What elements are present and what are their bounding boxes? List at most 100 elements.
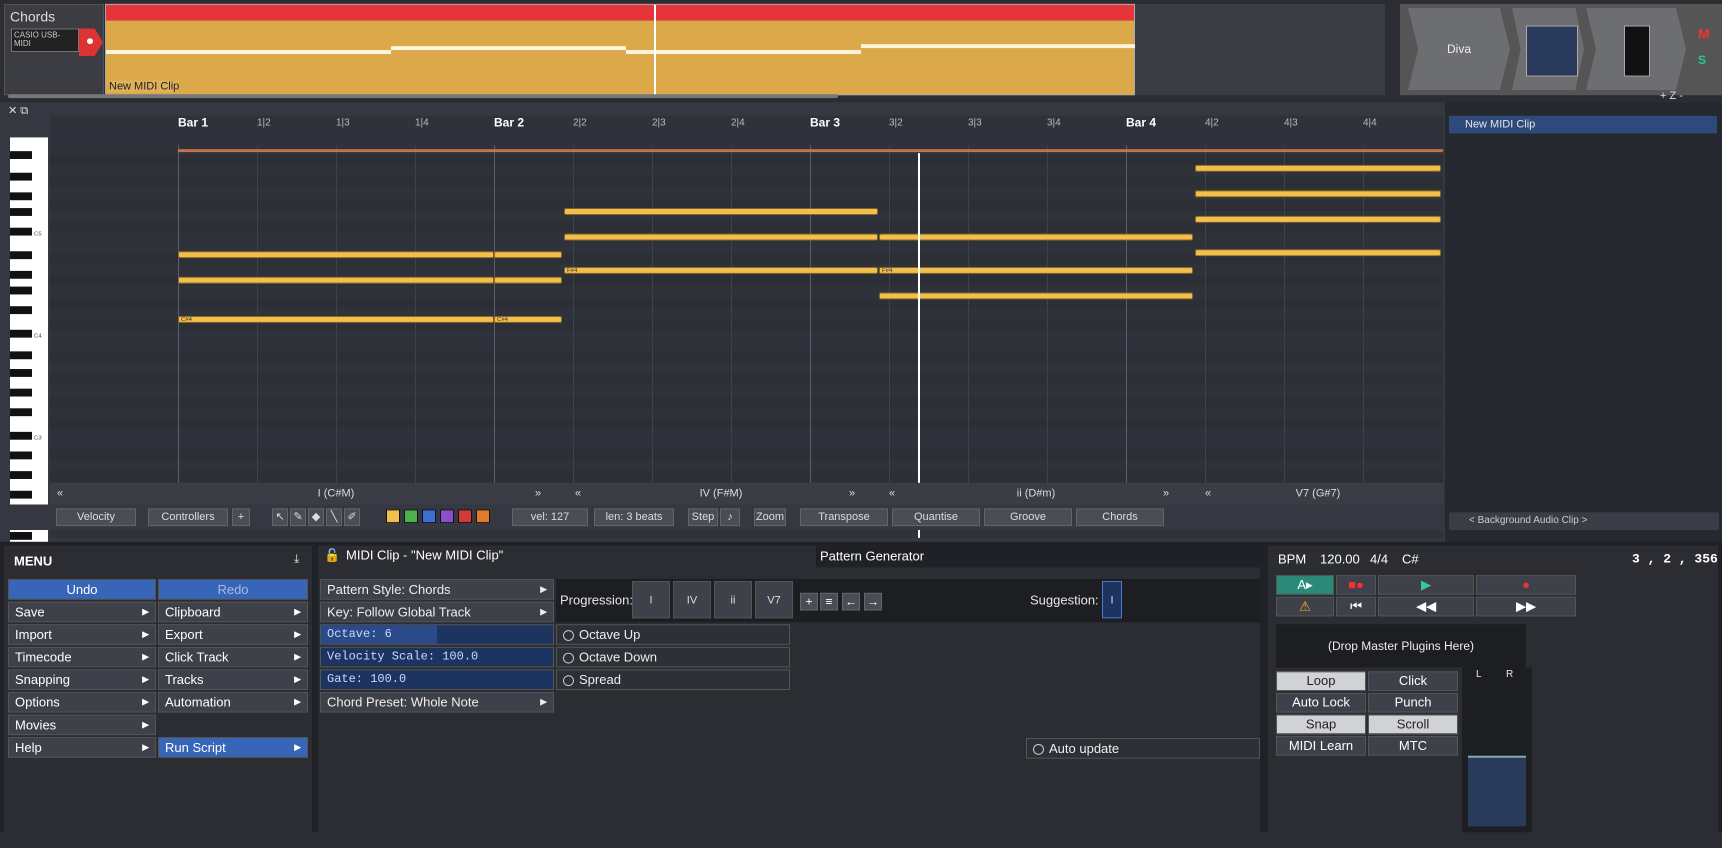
- record-mode-icon[interactable]: ■●: [1336, 575, 1376, 595]
- menu-clipboard[interactable]: Clipboard ▶: [158, 601, 308, 623]
- pointer-tool-icon[interactable]: ↖: [272, 508, 288, 527]
- midi-clip[interactable]: New MIDI Clip: [105, 3, 1136, 97]
- track-empty-region[interactable]: [1135, 3, 1385, 96]
- clip-header-bar[interactable]: [106, 4, 1134, 21]
- midi-input-selector[interactable]: CASIO USB-MIDI: [11, 28, 79, 53]
- redo-button[interactable]: Redo: [158, 579, 308, 600]
- master-plugins-dropzone[interactable]: (Drop Master Plugins Here): [1276, 624, 1526, 668]
- punch-toggle[interactable]: Punch: [1368, 692, 1458, 713]
- midi-note[interactable]: [494, 276, 562, 284]
- brush-tool-icon[interactable]: ✐: [344, 508, 360, 527]
- note-grid[interactable]: Bar 1 1|2 1|3 1|4 Bar 2 2|2 2|3 2|4 Bar …: [50, 115, 1443, 538]
- velocity-scale-slider[interactable]: Velocity Scale: 100.0: [320, 646, 554, 668]
- velocity-value[interactable]: vel: 127: [512, 508, 588, 527]
- plugin-meter[interactable]: [1586, 7, 1686, 91]
- loop-toggle[interactable]: Loop: [1276, 671, 1366, 691]
- step-button[interactable]: Step: [688, 508, 718, 527]
- midi-note[interactable]: [879, 292, 1193, 300]
- fast-forward-icon[interactable]: ▶▶: [1476, 596, 1576, 617]
- transpose-menu[interactable]: Transpose: [800, 508, 888, 527]
- play-button[interactable]: ▶: [1378, 575, 1474, 595]
- midi-note[interactable]: C#4: [178, 316, 494, 323]
- groove-menu[interactable]: Groove: [984, 508, 1072, 527]
- key-select[interactable]: Key: Follow Global Track ▶: [320, 601, 554, 623]
- midi-note[interactable]: [564, 208, 878, 215]
- menu-save[interactable]: Save ▶: [8, 601, 156, 623]
- color-swatch[interactable]: [422, 509, 436, 524]
- menu-movies[interactable]: Movies ▶: [8, 714, 156, 736]
- list-icon[interactable]: ≡: [820, 592, 838, 611]
- clip-list-item[interactable]: New MIDI Clip: [1449, 115, 1717, 134]
- midi-note[interactable]: [178, 251, 494, 259]
- length-value[interactable]: len: 3 beats: [594, 508, 674, 527]
- color-swatch[interactable]: [458, 509, 472, 524]
- chord-cell[interactable]: V7 (G#7): [1195, 483, 1441, 505]
- rewind-to-start-icon[interactable]: ⏮: [1336, 596, 1376, 617]
- loop-range-bar[interactable]: [178, 149, 1443, 153]
- eraser-tool-icon[interactable]: ◆: [308, 508, 324, 527]
- midi-note[interactable]: [494, 251, 562, 259]
- chord-preset-select[interactable]: Chord Preset: Whole Note ▶: [320, 691, 554, 713]
- menu-export[interactable]: Export ▶: [158, 624, 308, 645]
- click-toggle[interactable]: Click: [1368, 671, 1458, 691]
- zoom-button[interactable]: Zoom: [754, 508, 786, 527]
- mtc-toggle[interactable]: MTC: [1368, 736, 1458, 756]
- plus-icon[interactable]: +: [800, 592, 818, 611]
- time-signature[interactable]: 4/4: [1370, 552, 1388, 567]
- pattern-style-select[interactable]: Pattern Style: Chords ▶: [320, 579, 554, 600]
- warning-icon[interactable]: ⚠: [1276, 596, 1334, 617]
- midi-note[interactable]: F#4: [879, 266, 1193, 274]
- midi-note[interactable]: [564, 233, 878, 241]
- menu-automation[interactable]: Automation ▶: [158, 691, 308, 713]
- arrow-right-icon[interactable]: →: [864, 592, 882, 611]
- horizontal-scrollbar[interactable]: [8, 94, 838, 99]
- mute-button[interactable]: M: [1698, 26, 1718, 46]
- automation-mode-button[interactable]: A▸: [1276, 575, 1334, 595]
- chevron-right-icon[interactable]: »: [1156, 483, 1176, 505]
- octave-slider[interactable]: Octave: 6: [320, 624, 554, 645]
- lock-icon[interactable]: 🔓: [324, 548, 340, 564]
- track-name[interactable]: Chords: [10, 9, 55, 25]
- menu-run-script[interactable]: Run Script ▶: [158, 737, 308, 758]
- color-swatch[interactable]: [440, 509, 454, 524]
- undo-button[interactable]: Undo: [8, 579, 156, 600]
- speaker-icon[interactable]: ♪: [720, 508, 740, 527]
- auto-update-option[interactable]: Auto update: [1026, 738, 1260, 759]
- automation-strip[interactable]: [1386, 3, 1400, 96]
- spread-option[interactable]: Spread: [556, 669, 790, 690]
- suggestion-chord[interactable]: I: [1102, 581, 1122, 619]
- record-button[interactable]: ●: [1476, 575, 1576, 595]
- bpm-value[interactable]: 120.00: [1320, 552, 1360, 567]
- pencil-tool-icon[interactable]: ✎: [290, 508, 306, 527]
- octave-down-option[interactable]: Octave Down: [556, 646, 790, 668]
- midi-note[interactable]: [879, 233, 1193, 241]
- snap-toggle[interactable]: Snap: [1276, 714, 1366, 735]
- scroll-toggle[interactable]: Scroll: [1368, 714, 1458, 735]
- add-controller-button[interactable]: +: [232, 508, 250, 527]
- download-icon[interactable]: ⤓: [294, 552, 299, 567]
- color-swatch[interactable]: [386, 509, 400, 524]
- track-header[interactable]: Chords CASIO USB-MIDI: [4, 3, 104, 96]
- menu-click-track[interactable]: Click Track ▶: [158, 646, 308, 668]
- chevron-left-icon[interactable]: «: [50, 483, 70, 505]
- midi-note[interactable]: [1195, 164, 1441, 172]
- master-level-meter[interactable]: L R: [1462, 667, 1532, 833]
- velocity-button[interactable]: Velocity: [56, 508, 136, 527]
- menu-timecode[interactable]: Timecode ▶: [8, 646, 156, 668]
- menu-help[interactable]: Help ▶: [8, 737, 156, 758]
- menu-options[interactable]: Options ▶: [8, 691, 156, 713]
- progression-chord[interactable]: V7: [755, 581, 793, 619]
- midi-note[interactable]: [1195, 249, 1441, 257]
- midi-learn-toggle[interactable]: MIDI Learn: [1276, 736, 1366, 756]
- auto-lock-toggle[interactable]: Auto Lock: [1276, 692, 1366, 713]
- plugin-diva[interactable]: Diva: [1408, 7, 1510, 91]
- chevron-right-icon[interactable]: »: [528, 483, 548, 505]
- key-value[interactable]: C#: [1402, 552, 1419, 567]
- rewind-icon[interactable]: ◀◀: [1378, 596, 1474, 617]
- plugin-volume[interactable]: [1512, 7, 1584, 91]
- menu-import[interactable]: Import ▶: [8, 624, 156, 645]
- chord-cell[interactable]: IV (F#M): [564, 483, 878, 505]
- midi-note[interactable]: [178, 276, 494, 284]
- position-readout[interactable]: 3 , 2 , 356: [1632, 552, 1718, 567]
- line-tool-icon[interactable]: ╲: [326, 508, 342, 527]
